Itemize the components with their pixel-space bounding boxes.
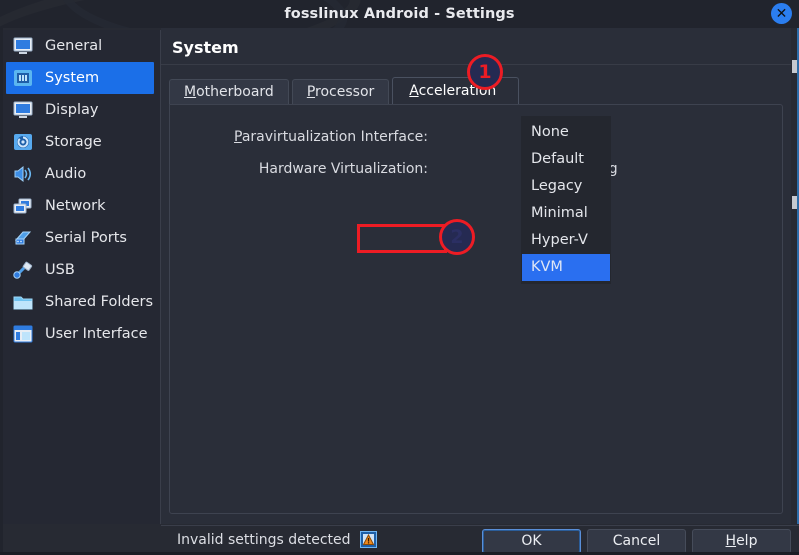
annotation-badge-1: 1	[467, 54, 503, 90]
warning-icon	[359, 531, 377, 548]
sidebar-item-serial-ports[interactable]: Serial Ports	[6, 222, 154, 254]
paravirtualization-interface-dropdown[interactable]: None Default Legacy Minimal Hyper-V KVM	[521, 116, 611, 284]
acceleration-tab-panel: Paravirtualization Interface: Hardware V…	[169, 104, 783, 514]
sidebar-item-audio[interactable]: Audio	[6, 158, 154, 190]
paravirtualization-field-row: Paravirtualization Interface:	[176, 129, 428, 145]
dialog-buttons: OK Cancel Help	[476, 529, 791, 554]
sidebar-item-label: Network	[45, 198, 106, 214]
paravirtualization-label: Paravirtualization Interface:	[234, 129, 428, 145]
sidebar-item-label: General	[45, 38, 103, 54]
storage-disk-icon	[12, 132, 34, 152]
page-title: System	[172, 38, 239, 57]
paravirtualization-label-text: aravirtualization Interface:	[241, 129, 428, 145]
settings-pane: System Motherboard Processor Acceleration …	[161, 28, 791, 524]
sidebar-item-label: Storage	[45, 134, 102, 150]
sidebar-item-network[interactable]: Network	[6, 190, 154, 222]
tab-processor[interactable]: Processor	[291, 79, 390, 105]
tab-motherboard[interactable]: Motherboard	[169, 79, 289, 105]
scroll-nub-top[interactable]	[792, 60, 797, 73]
sidebar-item-storage[interactable]: Storage	[6, 126, 154, 158]
serial-port-icon	[12, 228, 34, 248]
dropdown-option-hyper-v[interactable]: Hyper-V	[522, 227, 610, 254]
sidebar-item-label: Shared Folders	[45, 294, 154, 310]
speaker-icon	[12, 164, 34, 184]
sidebar-item-label: User Interface	[45, 326, 148, 342]
close-icon[interactable]: ✕	[771, 3, 792, 24]
dialog-button-bar: Invalid settings detected OK Cancel Help	[161, 525, 799, 555]
sidebar-item-label: System	[45, 70, 100, 86]
usb-plug-icon	[12, 260, 34, 280]
close-glyph: ✕	[775, 5, 788, 22]
sidebar-item-display[interactable]: Display	[6, 94, 154, 126]
monitor-icon	[12, 36, 34, 56]
settings-window: fosslinux Android - Settings ✕ General Sy…	[0, 0, 799, 555]
annotation-badge-2: 2	[439, 219, 475, 255]
network-icon	[12, 196, 34, 216]
annotation-badge-1-label: 1	[478, 61, 492, 83]
settings-sidebar: General System Display Storage Audio Network S…	[0, 30, 161, 524]
dropdown-option-kvm[interactable]: KVM	[522, 254, 610, 281]
sidebar-item-system[interactable]: System	[6, 62, 154, 94]
dropdown-option-minimal[interactable]: Minimal	[522, 200, 610, 227]
status-text: Invalid settings detected	[177, 531, 351, 548]
scroll-nub-bottom[interactable]	[792, 196, 797, 209]
sidebar-item-label: Audio	[45, 166, 87, 182]
ok-button[interactable]: OK	[482, 529, 581, 554]
display-icon	[12, 100, 34, 120]
window-title: fosslinux Android - Settings	[284, 6, 515, 22]
sidebar-item-label: USB	[45, 262, 75, 278]
status-message: Invalid settings detected	[177, 531, 377, 548]
dropdown-option-default[interactable]: Default	[522, 146, 610, 173]
dropdown-option-legacy[interactable]: Legacy	[522, 173, 610, 200]
cancel-button[interactable]: Cancel	[587, 529, 686, 554]
sidebar-item-shared-folders[interactable]: Shared Folders	[6, 286, 154, 318]
help-button[interactable]: Help	[692, 529, 791, 554]
annotation-badge-2-label: 2	[450, 226, 464, 248]
kvm-highlight-box	[357, 224, 447, 253]
sidebar-item-user-interface[interactable]: User Interface	[6, 318, 154, 350]
sidebar-item-label: Serial Ports	[45, 230, 127, 246]
chip-icon	[12, 68, 34, 88]
sidebar-item-usb[interactable]: USB	[6, 254, 154, 286]
folder-icon	[12, 292, 34, 312]
title-bar: fosslinux Android - Settings ✕	[0, 0, 799, 28]
window-body: General System Display Storage Audio Network S…	[0, 28, 799, 555]
window-ui-icon	[12, 324, 34, 344]
left-edge-strip	[0, 28, 3, 555]
dropdown-option-none[interactable]: None	[522, 119, 610, 146]
hardware-virtualization-label: Hardware Virtualization:	[258, 161, 428, 177]
sidebar-item-label: Display	[45, 102, 99, 118]
sidebar-item-general[interactable]: General	[6, 30, 154, 62]
